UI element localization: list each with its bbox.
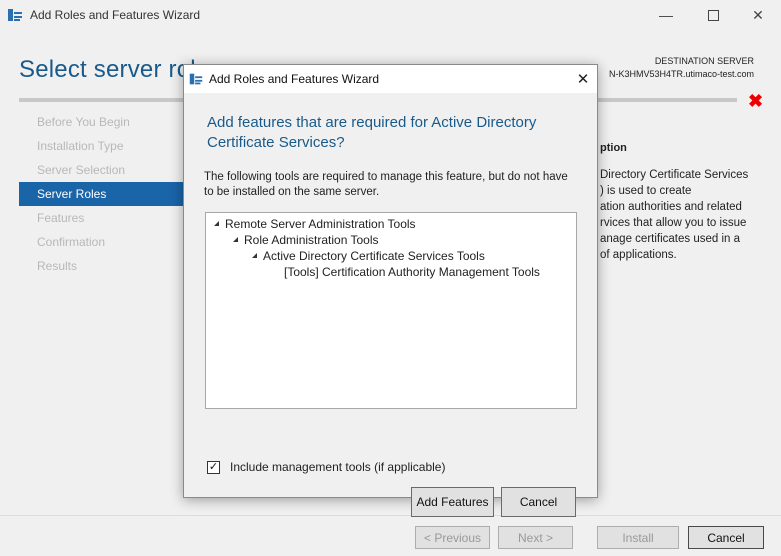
expanded-caret-icon[interactable] xyxy=(233,237,238,242)
description-line: rvices that allow you to issue xyxy=(600,217,747,229)
tree-item[interactable]: Active Directory Certificate Services To… xyxy=(252,249,485,263)
include-tools-checkbox[interactable]: ✓ xyxy=(207,460,220,474)
cancel-button[interactable]: Cancel xyxy=(688,526,764,549)
server-manager-icon xyxy=(8,9,22,21)
next-button[interactable]: Next > xyxy=(498,526,573,549)
description-line: ation authorities and related xyxy=(600,201,742,213)
nav-item-server-selection[interactable]: Server Selection xyxy=(19,158,184,182)
close-icon[interactable]: ✕ xyxy=(572,68,594,90)
tree-item-label: Role Administration Tools xyxy=(244,233,379,247)
nav-item-features[interactable]: Features xyxy=(19,206,184,230)
nav-item-results[interactable]: Results xyxy=(19,254,184,278)
add-features-dialog: Add Roles and Features Wizard ✕ Add feat… xyxy=(183,64,598,517)
include-tools-row[interactable]: ✓ Include management tools (if applicabl… xyxy=(207,459,445,475)
close-icon[interactable]: ✕ xyxy=(735,0,781,30)
dialog-title: Add Roles and Features Wizard xyxy=(209,72,380,86)
minimize-icon[interactable]: — xyxy=(643,0,689,30)
dialog-titlebar: Add Roles and Features Wizard ✕ xyxy=(184,65,597,93)
tree-item[interactable]: [Tools] Certification Authority Manageme… xyxy=(284,265,540,279)
destination-server-name: N-K3HMV53H4TR.utimaco-test.com xyxy=(608,69,754,79)
add-features-button[interactable]: Add Features xyxy=(411,487,494,517)
window-title: Add Roles and Features Wizard xyxy=(30,8,201,22)
include-tools-label[interactable]: Include management tools (if applicable) xyxy=(230,460,445,474)
description-line: anage certificates used in a xyxy=(600,233,741,245)
expanded-caret-icon[interactable] xyxy=(252,253,257,258)
nav-item-confirmation[interactable]: Confirmation xyxy=(19,230,184,254)
dialog-cancel-button[interactable]: Cancel xyxy=(501,487,576,517)
dialog-info-text: The following tools are required to mana… xyxy=(204,171,568,198)
tree-item[interactable]: Remote Server Administration Tools xyxy=(214,217,416,231)
description-line: Directory Certificate Services xyxy=(600,169,749,181)
dialog-heading: Add features that are required for Activ… xyxy=(207,114,537,151)
destination-server-label: DESTINATION SERVER xyxy=(654,56,754,66)
dialog-body: Add features that are required for Activ… xyxy=(204,109,577,517)
tree-item-label: [Tools] Certification Authority Manageme… xyxy=(284,265,540,279)
window-titlebar: Add Roles and Features Wizard — ✕ xyxy=(0,0,781,30)
description-heading: ption xyxy=(600,142,627,154)
maximize-icon[interactable] xyxy=(690,0,736,30)
wizard-navigation: Before You Begin Installation Type Serve… xyxy=(19,110,184,278)
required-features-tree[interactable]: Remote Server Administration Tools Role … xyxy=(205,212,577,409)
server-manager-icon xyxy=(189,73,203,85)
red-x-icon[interactable]: ✖ xyxy=(748,91,763,112)
expanded-caret-icon[interactable] xyxy=(214,221,219,226)
nav-item-installation-type[interactable]: Installation Type xyxy=(19,134,184,158)
previous-button[interactable]: < Previous xyxy=(415,526,490,549)
description-line: of applications. xyxy=(600,249,677,261)
tree-item-label: Active Directory Certificate Services To… xyxy=(263,249,485,263)
nav-item-before-you-begin[interactable]: Before You Begin xyxy=(19,110,184,134)
page-title: Select server role xyxy=(19,56,210,83)
description-line: ) is used to create xyxy=(600,185,692,197)
description-text: Directory Certificate Services ) is used… xyxy=(600,167,770,263)
tree-item-label: Remote Server Administration Tools xyxy=(225,217,416,231)
install-button[interactable]: Install xyxy=(597,526,679,549)
tree-item[interactable]: Role Administration Tools xyxy=(233,233,379,247)
nav-item-server-roles[interactable]: Server Roles xyxy=(19,182,184,206)
